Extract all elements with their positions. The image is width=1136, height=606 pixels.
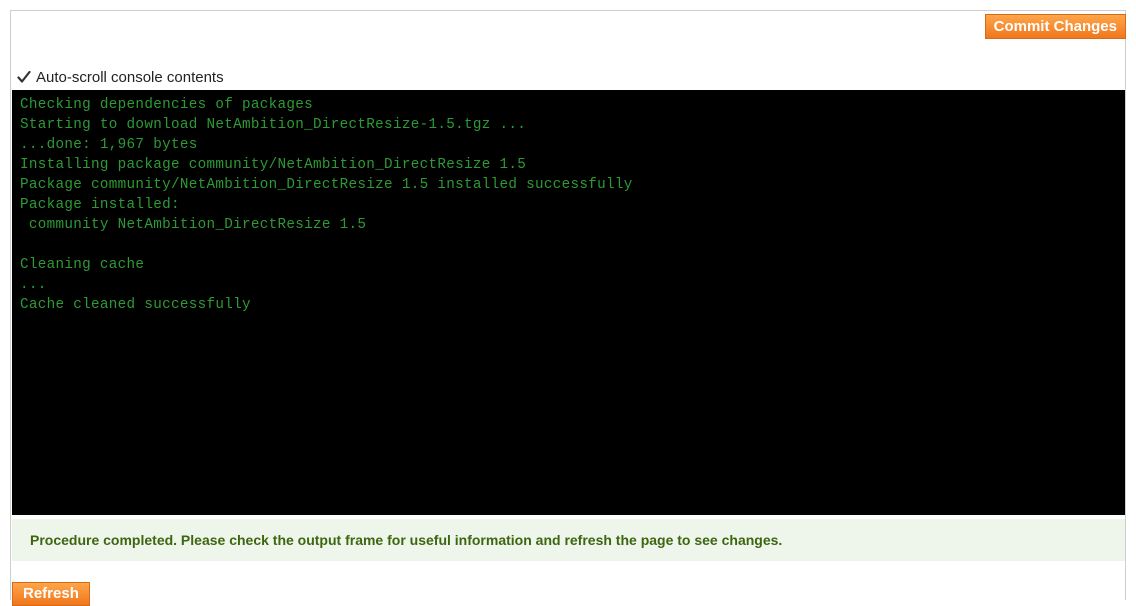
notice-message: Procedure completed. Please check the ou…: [30, 532, 783, 548]
commit-changes-button[interactable]: Commit Changes: [984, 14, 1126, 39]
console-line: Cache cleaned successfully: [20, 297, 251, 313]
console-output[interactable]: Checking dependencies of packages Starti…: [12, 90, 1125, 515]
refresh-button[interactable]: Refresh: [12, 582, 90, 606]
checkmark-icon: [17, 70, 31, 83]
console-line: ...: [20, 277, 47, 293]
success-notice: Procedure completed. Please check the ou…: [12, 519, 1125, 561]
console-line: Starting to download NetAmbition_DirectR…: [20, 117, 527, 133]
console-line: community NetAmbition_DirectResize 1.5: [20, 217, 367, 233]
autoscroll-checkbox[interactable]: [16, 69, 32, 85]
console-line: Installing package community/NetAmbition…: [20, 157, 527, 173]
autoscroll-label: Auto-scroll console contents: [36, 68, 224, 86]
console-line: ...done: 1,967 bytes: [20, 137, 198, 153]
console-line: Package installed:: [20, 197, 180, 213]
console-line: Package community/NetAmbition_DirectResi…: [20, 177, 633, 193]
console-line: Checking dependencies of packages: [20, 97, 314, 113]
autoscroll-option: Auto-scroll console contents: [16, 67, 224, 87]
console-line: Cleaning cache: [20, 257, 145, 273]
